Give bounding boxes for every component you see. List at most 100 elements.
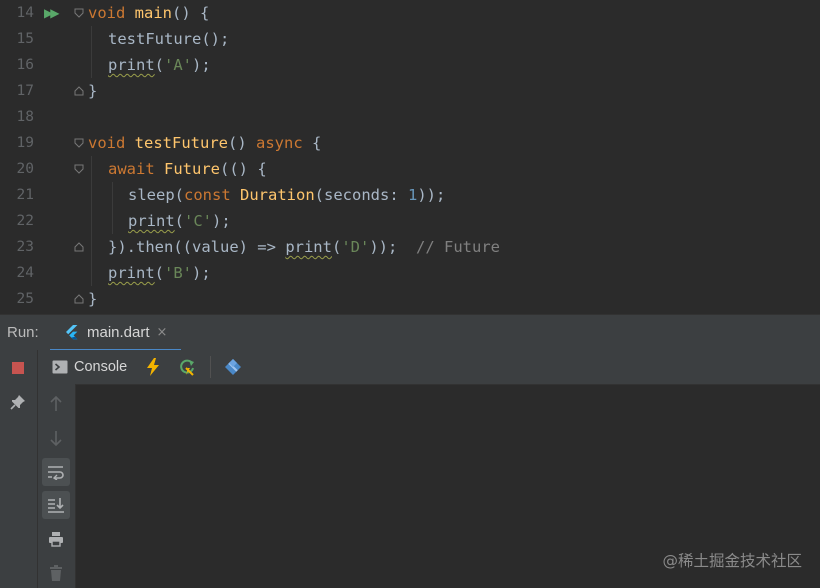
line-number: 20 xyxy=(16,161,34,177)
scroll-to-end-button[interactable] xyxy=(42,491,70,519)
run-left-toolbar xyxy=(0,350,38,588)
print-call: print xyxy=(128,212,175,230)
keyword: async xyxy=(256,134,303,152)
line-number: 16 xyxy=(16,57,34,73)
number-literal: 1 xyxy=(408,186,418,204)
soft-wrap-button[interactable] xyxy=(42,458,70,486)
code-text: print('C'); xyxy=(128,208,231,234)
code-token: ); xyxy=(212,212,231,230)
code-token: }).then((value) => xyxy=(108,238,286,256)
fold-close-icon[interactable] xyxy=(74,294,84,304)
fold-close-icon[interactable] xyxy=(74,242,84,252)
line-number: 25 xyxy=(16,291,34,307)
hot-reload-button[interactable] xyxy=(142,356,164,378)
flutter-icon xyxy=(66,325,78,340)
tab-label: main.dart xyxy=(87,323,150,341)
code-token: (seconds: xyxy=(314,186,408,204)
line-number: 18 xyxy=(16,109,34,125)
keyword: const xyxy=(184,186,231,204)
stop-button[interactable] xyxy=(4,354,32,382)
code-line: 18 xyxy=(0,104,820,130)
clear-all-button[interactable] xyxy=(42,559,70,587)
code-line: 21 sleep(const Duration(seconds: 1)); xyxy=(0,182,820,208)
string-literal: 'B' xyxy=(164,264,193,282)
class-name: Future xyxy=(164,160,221,178)
code-token: ( xyxy=(331,238,342,256)
code-comment: // Future xyxy=(416,238,500,256)
keyword: void xyxy=(88,134,126,152)
keyword: void xyxy=(88,4,126,22)
line-number: 22 xyxy=(16,213,34,229)
code-line: 17 } xyxy=(0,78,820,104)
function-name: testFuture xyxy=(134,134,228,152)
string-literal: 'D' xyxy=(341,238,370,256)
pin-tab-button[interactable] xyxy=(4,388,32,416)
code-token: (); xyxy=(201,30,230,48)
fold-open-icon[interactable] xyxy=(74,8,84,18)
scroll-down-button[interactable] xyxy=(42,424,70,452)
scroll-up-button[interactable] xyxy=(42,390,70,418)
line-number: 15 xyxy=(16,31,34,47)
code-token: testFuture xyxy=(108,30,202,48)
code-text: sleep(const Duration(seconds: 1)); xyxy=(128,182,445,208)
arrow-down-icon xyxy=(50,431,62,446)
code-line: 14 ▶▶ void main() { xyxy=(0,0,820,26)
line-number: 24 xyxy=(16,265,34,281)
soft-wrap-icon xyxy=(48,466,64,480)
run-tool-window-header: Run: main.dart × xyxy=(0,314,820,352)
code-token: () xyxy=(228,134,256,152)
code-line: 16 print('A'); xyxy=(0,52,820,78)
keyword: await xyxy=(108,160,155,178)
code-text: } xyxy=(88,78,97,104)
fold-open-icon[interactable] xyxy=(74,138,84,148)
print-button[interactable] xyxy=(42,525,70,553)
console-tab-label: Console xyxy=(74,359,128,375)
code-line: 19 void testFuture() async { xyxy=(0,130,820,156)
tab-console[interactable]: Console xyxy=(52,356,127,378)
run-gutter-icon[interactable]: ▶▶ xyxy=(44,6,60,20)
code-token: () { xyxy=(172,4,210,22)
code-line: 15 testFuture(); xyxy=(0,26,820,52)
console-toolbar: Console xyxy=(38,350,820,385)
code-line: 24 print('B'); xyxy=(0,260,820,286)
code-text: }).then((value) => print('D')); // Futur… xyxy=(108,234,500,260)
run-label: Run: xyxy=(7,324,39,341)
printer-icon xyxy=(49,532,63,547)
restart-icon xyxy=(180,359,194,376)
dart-devtools-button[interactable] xyxy=(222,356,244,378)
arrow-up-icon xyxy=(50,396,62,411)
pin-icon xyxy=(10,395,25,410)
code-token: ( xyxy=(154,56,165,74)
string-literal: 'A' xyxy=(164,56,193,74)
fold-open-icon[interactable] xyxy=(74,164,84,174)
code-text: void testFuture() async { xyxy=(88,130,321,156)
code-line: 23 }).then((value) => print('D')); // Fu… xyxy=(0,234,820,260)
code-text: } xyxy=(88,286,97,312)
fold-close-icon[interactable] xyxy=(74,86,84,96)
code-text: print('B'); xyxy=(108,260,211,286)
code-token: ); xyxy=(192,264,211,282)
tab-main-dart[interactable]: main.dart × xyxy=(50,315,182,352)
close-icon[interactable]: × xyxy=(157,325,168,340)
hot-restart-button[interactable] xyxy=(176,356,198,378)
line-number: 23 xyxy=(16,239,34,255)
watermark: @稀土掘金技术社区 xyxy=(662,552,802,570)
console-icon xyxy=(52,360,68,374)
function-name: main xyxy=(134,4,172,22)
string-literal: 'C' xyxy=(184,212,213,230)
code-token: )); xyxy=(417,186,446,204)
code-token: (() { xyxy=(220,160,267,178)
print-call: print xyxy=(108,264,155,282)
code-editor[interactable]: 14 ▶▶ void main() { 15 testFuture(); 16 … xyxy=(0,0,820,314)
line-number: 17 xyxy=(16,83,34,99)
code-token: ( xyxy=(154,264,165,282)
code-text: void main() { xyxy=(88,0,209,26)
line-number: 21 xyxy=(16,187,34,203)
code-token: sleep( xyxy=(128,186,184,204)
print-call: print xyxy=(285,238,332,256)
code-text: await Future(() { xyxy=(108,156,267,182)
line-number: 19 xyxy=(16,135,34,151)
class-name: Duration xyxy=(240,186,315,204)
code-token: ( xyxy=(174,212,185,230)
code-line: 22 print('C'); xyxy=(0,208,820,234)
